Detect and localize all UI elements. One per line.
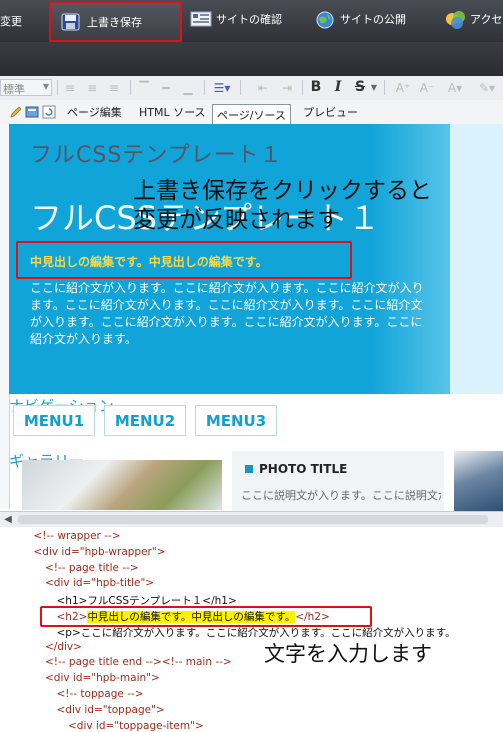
access-analysis-icon [444,10,465,29]
menu3-button[interactable]: MENU3 [195,405,277,436]
tab-page-edit[interactable]: ページ編集 [63,103,126,121]
menu1-button[interactable]: MENU1 [13,405,95,436]
bullet-list-icon[interactable]: ☰▾ [210,79,234,96]
save-label: 上書き保存 [87,16,142,29]
save-button[interactable]: 上書き保存 [49,1,182,42]
code-text: <div id="hpb-wrapper"> [33,545,166,558]
code-line[interactable]: <div id="toppage-item"> [68,720,204,732]
annotation-save-line1: 上書き保存をクリックすると [133,178,432,204]
site-publish-button[interactable]: サイトの公開 [314,4,406,34]
toolbar-divider [130,80,131,95]
toolbar-divider [204,80,205,95]
gallery-photo-right[interactable] [454,451,503,511]
code-text: <!-- page title --> [45,561,139,574]
code-line[interactable]: <div id="hpb-title"> [45,577,154,589]
toolbar-divider [302,80,303,95]
code-text: <div id="toppage"> [56,703,165,716]
page-heading-h1[interactable]: フルCSSテンプレート１ [30,137,283,169]
outdent-icon[interactable]: ⇤ [255,79,271,96]
intro-line: ここに紹介文が入ります。ここに紹介文が入ります。ここに紹介文が入り [30,281,424,295]
paragraph-style-value: 標準 [3,83,25,96]
intro-line: ます。ここに紹介文が入ります。ここに紹介文が入ります。ここに紹介文 [30,298,423,312]
gallery-photo[interactable] [22,460,222,510]
code-line[interactable]: <!-- toppage --> [57,688,144,700]
code-tag: </h2> [295,611,330,623]
code-text: <!-- page title end --><!-- main --> [45,656,232,669]
site-publish-label: サイトの公開 [340,13,406,26]
change-label: 変更 [0,15,22,28]
annotation-save-line2: 変更が反映されます [133,207,340,233]
bold-button[interactable]: B [308,78,324,95]
scrollbar-thumb[interactable] [18,515,488,524]
scroll-left-arrow-icon[interactable]: ◀ [3,513,13,525]
code-highlighted-text[interactable]: 中見出しの編集です。中見出しの編集です。 [87,611,296,623]
code-text: <p>ここに紹介文が入ります。ここに紹介文が入ります。ここに紹介文が入ります。 [56,626,456,639]
code-text: <h1>フルCSSテンプレート１</h1> [56,595,237,608]
refresh-icon[interactable] [42,104,56,119]
page-properties-icon[interactable] [25,104,39,118]
code-tag: <h2> [56,611,88,623]
font-size-up-icon[interactable]: A⁺ [394,79,412,96]
code-text: <div id="toppage-item"> [68,719,204,732]
toolbar-lower-strip [0,42,503,76]
code-line[interactable]: <h2>中見出しの編集です。中見出しの編集です。</h2> [57,609,330,624]
access-button[interactable]: アクセス [444,4,503,34]
site-preview-icon [190,10,212,28]
photo-title: PHOTO TITLE [259,462,348,476]
code-line[interactable]: </div> [45,641,82,653]
tab-preview[interactable]: プレビュー [299,103,362,121]
floppy-disk-icon [61,13,81,31]
paragraph-style-select[interactable]: 標準 ▼ [0,79,52,96]
font-color-icon[interactable]: A▾ [444,79,466,96]
toolbar-divider [240,80,241,95]
code-line[interactable]: <div id="hpb-wrapper"> [34,546,166,558]
menu2-button[interactable]: MENU2 [104,405,186,436]
code-line[interactable]: <!-- page title end --><!-- main --> [45,656,232,668]
intro-line: が入ります。ここに紹介文が入ります。ここに紹介文が入ります。ここに [30,315,423,329]
photo-title-row: PHOTO TITLE [245,462,347,476]
site-check-label: サイトの確認 [216,13,282,26]
intro-line: 紹介文が入ります。 [30,332,137,346]
code-line[interactable]: <h1>フルCSSテンプレート１</h1> [57,593,237,608]
intro-paragraph[interactable]: ここに紹介文が入ります。ここに紹介文が入ります。ここに紹介文が入り ます。ここに… [30,280,450,348]
horizontal-scrollbar[interactable]: ◀ [0,511,503,528]
code-text: <!-- toppage --> [56,688,144,700]
indent-icon[interactable]: ⇥ [279,79,295,96]
code-text: <div id="hpb-title"> [45,577,155,590]
toolbar-divider [384,80,385,95]
site-check-button[interactable]: サイトの確認 [190,4,282,34]
code-line[interactable]: <div id="hpb-main"> [45,672,160,684]
square-bullet-icon [245,465,253,473]
highlight-color-icon[interactable]: ✎▾ [474,79,500,96]
align-middle-icon[interactable]: ━ [158,79,174,96]
globe-icon [314,10,334,29]
italic-button[interactable]: I [330,78,346,95]
code-text: <!-- wrapper --> [33,530,121,542]
align-bottom-icon[interactable]: ▁ [180,79,196,96]
code-line[interactable]: <div id="toppage"> [57,704,165,716]
align-center-icon[interactable]: ≡ [84,79,100,96]
font-size-down-icon[interactable]: A⁻ [418,79,436,96]
access-label: アクセス [470,13,503,26]
tab-page-source[interactable]: ページ/ソース [212,104,291,124]
page-heading-h2[interactable]: 中見出しの編集です。中見出しの編集です。 [30,253,268,270]
banner-gradient [370,124,450,394]
align-top-icon[interactable]: ▔ [136,79,152,96]
code-line[interactable]: <!-- wrapper --> [34,530,121,542]
annotation-input-text: 文字を入力します [264,642,432,666]
photo-description: ここに説明文が入ります。ここに説明文が入ります。 [241,489,441,502]
code-text: </div> [45,640,82,653]
chevron-down-icon: ▼ [42,82,49,91]
code-line[interactable]: <!-- page title --> [45,562,139,574]
chevron-down-icon[interactable]: ▼ [370,79,378,96]
toolbar-divider [57,80,58,95]
change-button[interactable]: 変更 [0,6,22,36]
edit-pencil-icon[interactable] [9,104,23,118]
align-right-icon[interactable]: ≡ [106,79,122,96]
code-text: <div id="hpb-main"> [45,672,160,685]
banner-light-edge [450,124,503,394]
strike-button[interactable]: S [352,78,368,95]
align-left-icon[interactable]: ≡ [62,79,78,96]
tab-html-source[interactable]: HTML ソース [135,103,210,121]
